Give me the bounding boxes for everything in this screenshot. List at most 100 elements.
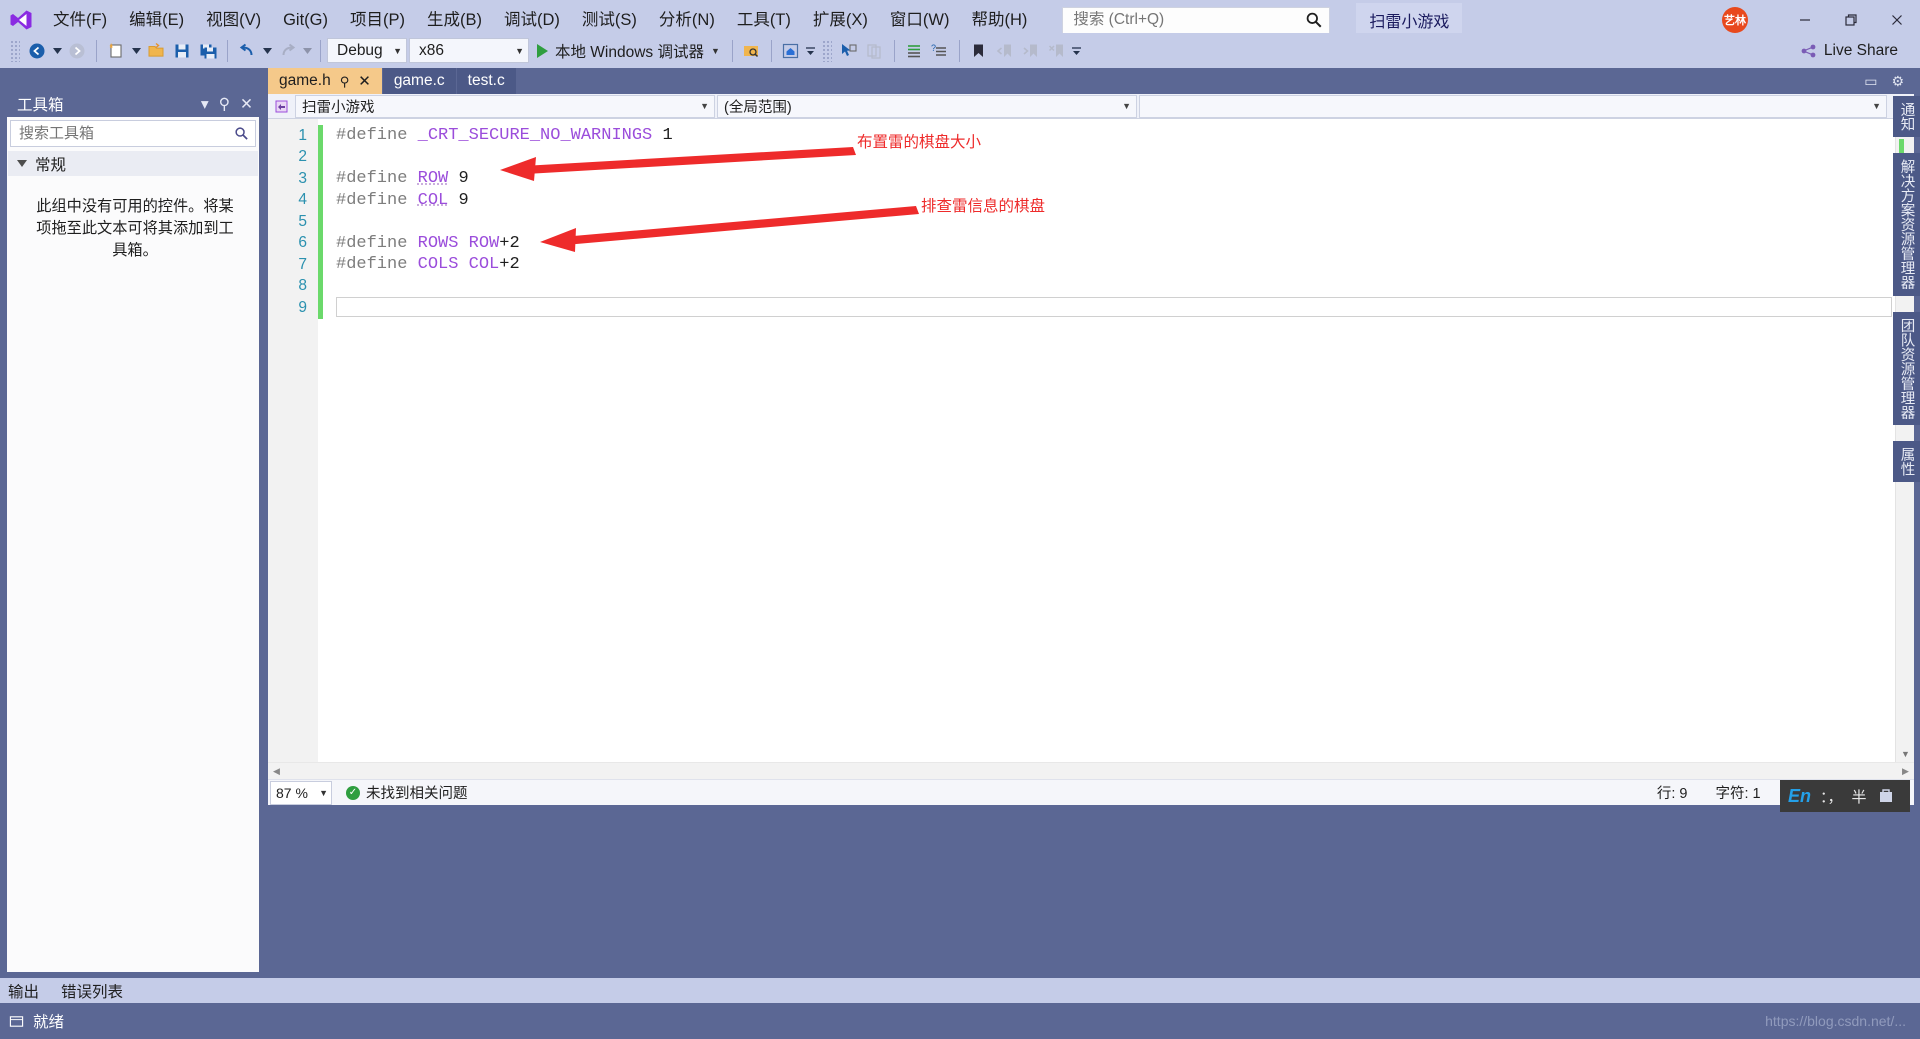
menu-file[interactable]: 文件(F) <box>42 6 118 34</box>
toolbox-panel: 工具箱 ▾ ⚲ ✕ 常规 此组中没有可用的控件。将某项拖至此文本可将其添加到工具… <box>6 90 260 973</box>
save-all-button[interactable] <box>195 38 221 64</box>
tab-test-c[interactable]: test.c <box>456 68 516 94</box>
home-view-dropdown[interactable] <box>804 38 818 64</box>
toolbox-search-box[interactable] <box>10 120 256 147</box>
code-line[interactable]: 7 #define COLS COL+2 <box>268 254 1914 276</box>
member-selector[interactable]: ▼ <box>1139 94 1887 118</box>
code-text: #define COLS COL+2 <box>336 255 520 275</box>
ime-mode-label[interactable]: En <box>1788 786 1811 807</box>
select-element-button[interactable] <box>836 38 862 64</box>
new-item-dropdown[interactable] <box>129 38 143 64</box>
ime-toolbox-icon[interactable] <box>1876 786 1896 806</box>
redo-button[interactable] <box>274 38 300 64</box>
code-line[interactable]: 2 <box>268 146 1914 168</box>
ime-width-label[interactable]: 半 <box>1852 786 1867 807</box>
panel-tab-output[interactable]: 输出 <box>8 980 39 1002</box>
rdock-tab-solution-explorer[interactable]: 解决方案资源管理器 <box>1892 153 1920 296</box>
menu-build[interactable]: 生成(B) <box>416 6 493 34</box>
tab-game-h[interactable]: game.h ⚲ ✕ <box>268 68 382 94</box>
rdock-tab-properties[interactable]: 属性 <box>1892 441 1920 482</box>
global-search-box[interactable] <box>1062 6 1331 34</box>
new-item-button[interactable] <box>103 38 129 64</box>
toolbox-group-general[interactable]: 常规 <box>8 151 258 176</box>
new-file-icon <box>109 43 122 58</box>
search-in-folder-button[interactable] <box>739 38 765 64</box>
toolbar-grip-2[interactable] <box>821 39 832 62</box>
code-line[interactable]: 1 #define _CRT_SECURE_NO_WARNINGS 1 <box>268 125 1914 147</box>
menu-project[interactable]: 项目(P) <box>339 6 416 34</box>
rdock-tab-notifications[interactable]: 通知 <box>1892 96 1920 137</box>
live-share-button[interactable]: Live Share <box>1800 42 1898 60</box>
menu-git[interactable]: Git(G) <box>272 6 339 34</box>
scroll-left-button[interactable]: ◀ <box>268 766 285 777</box>
undo-arrow-icon <box>239 43 252 55</box>
open-folder-icon <box>148 42 163 57</box>
navigate-forward-button[interactable] <box>64 38 90 64</box>
copy-element-button[interactable] <box>862 38 888 64</box>
pin-icon[interactable]: ⚲ <box>340 75 350 88</box>
undo-button[interactable] <box>234 38 260 64</box>
rdock-tab-team-explorer[interactable]: 团队资源管理器 <box>1892 311 1920 425</box>
start-debugging-button[interactable]: 本地 Windows 调试器 ▼ <box>531 37 726 65</box>
toolbox-search-input[interactable] <box>19 125 234 142</box>
editor-horizontal-scrollbar[interactable]: ◀ ▶ <box>268 762 1914 779</box>
split-view-icon[interactable]: ▭ <box>1864 73 1877 90</box>
code-line[interactable]: 4 #define COL 9 <box>268 189 1914 211</box>
search-input[interactable] <box>1073 11 1306 29</box>
change-indicator <box>318 125 323 147</box>
toolbar-overflow-button[interactable] <box>1070 38 1084 64</box>
configuration-selector[interactable]: Debug ▼ <box>327 38 407 63</box>
code-line[interactable]: 3 #define ROW 9 <box>268 168 1914 190</box>
tab-game-c[interactable]: game.c <box>382 68 456 94</box>
ime-punctuation-label[interactable]: ：， <box>1820 786 1843 807</box>
platform-selector[interactable]: x86 ▼ <box>409 38 529 63</box>
code-line[interactable]: 8 <box>268 275 1914 297</box>
code-line[interactable]: 6 #define ROWS ROW+2 <box>268 232 1914 254</box>
indent-button[interactable] <box>901 38 927 64</box>
code-text: #define _CRT_SECURE_NO_WARNINGS 1 <box>336 126 673 146</box>
uncomment-button[interactable]: ? <box>927 38 953 64</box>
status-bar-right: https://blog.csdn.net/... <box>1765 1013 1920 1029</box>
menu-edit[interactable]: 编辑(E) <box>118 6 195 34</box>
menu-tools[interactable]: 工具(T) <box>726 6 802 34</box>
user-avatar[interactable]: 艺林 <box>1722 7 1748 33</box>
code-editor-surface[interactable]: 1 #define _CRT_SECURE_NO_WARNINGS 1 2 3 #def… <box>268 119 1914 762</box>
chevron-down-icon <box>131 47 141 54</box>
panel-tab-error-list[interactable]: 错误列表 <box>61 980 123 1002</box>
menu-window[interactable]: 窗口(W) <box>879 6 961 34</box>
redo-dropdown[interactable] <box>300 38 314 64</box>
home-view-button[interactable] <box>778 38 804 64</box>
toolbar-separator-3 <box>320 39 321 62</box>
zoom-level-selector[interactable]: 87 % ▼ <box>270 780 332 805</box>
menu-debug[interactable]: 调试(D) <box>493 6 571 34</box>
toolbox-close-icon[interactable]: ✕ <box>240 95 253 114</box>
navigate-back-dropdown[interactable] <box>50 38 64 64</box>
chevron-down-icon: ▼ <box>700 101 709 111</box>
tab-settings-icon[interactable]: ⚙ <box>1891 73 1904 90</box>
code-line[interactable]: 5 <box>268 211 1914 233</box>
previous-bookmark-button[interactable] <box>992 38 1018 64</box>
scope-selector[interactable]: (全局范围) ▼ <box>717 94 1137 118</box>
clear-bookmarks-button[interactable] <box>1044 38 1070 64</box>
project-selector[interactable]: 扫雷小游戏 ▼ <box>295 94 715 118</box>
menu-extensions[interactable]: 扩展(X) <box>802 6 879 34</box>
menu-help[interactable]: 帮助(H) <box>960 6 1038 34</box>
change-indicator <box>318 232 323 254</box>
toolbar-grip[interactable] <box>10 39 20 62</box>
open-file-button[interactable] <box>143 38 169 64</box>
close-icon[interactable]: ✕ <box>358 74 371 89</box>
problems-status-label: 未找到相关问题 <box>366 786 468 802</box>
toolbox-dropdown-icon[interactable]: ▾ <box>201 95 209 114</box>
menu-test[interactable]: 测试(S) <box>571 6 648 34</box>
save-button[interactable] <box>169 38 195 64</box>
menu-view[interactable]: 视图(V) <box>195 6 272 34</box>
menu-analyze[interactable]: 分析(N) <box>648 6 726 34</box>
project-icon <box>268 99 294 114</box>
toggle-bookmark-button[interactable] <box>966 38 992 64</box>
toolbox-pin-icon[interactable]: ⚲ <box>219 95 230 114</box>
home-icon <box>783 43 799 58</box>
solution-name-chip[interactable]: 扫雷小游戏 <box>1356 3 1463 37</box>
navigate-back-button[interactable] <box>24 38 50 64</box>
next-bookmark-button[interactable] <box>1018 38 1044 64</box>
undo-dropdown[interactable] <box>260 38 274 64</box>
